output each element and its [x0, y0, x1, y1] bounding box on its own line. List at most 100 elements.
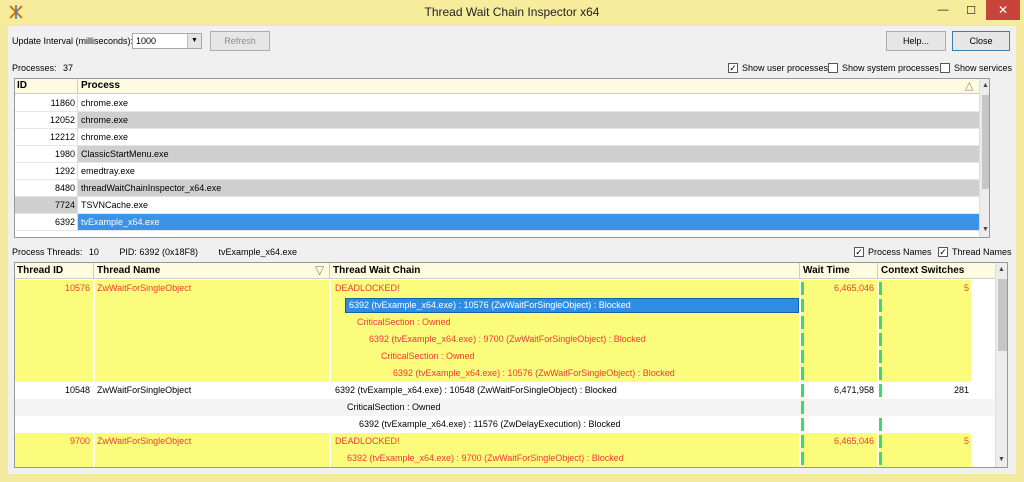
close-button[interactable]: Close: [952, 31, 1010, 51]
scrollbar-thumb[interactable]: [982, 95, 989, 189]
scroll-down-icon[interactable]: ▼: [996, 453, 1007, 467]
column-header-context-switches[interactable]: Context Switches: [881, 265, 964, 276]
thread-row[interactable]: 6392 (tvExample_x64.exe) : 10576 (ZwWait…: [15, 297, 995, 314]
wait-time-bar: [801, 435, 804, 448]
process-row[interactable]: 7724 TSVNCache.exe: [15, 197, 981, 214]
scrollbar-thumb[interactable]: [998, 279, 1007, 351]
process-row[interactable]: 1292 emedtray.exe: [15, 163, 981, 180]
process-name: tvExample_x64.exe: [81, 217, 160, 227]
thread-name: [95, 365, 329, 382]
thread-name: ZwWaitForSingleObject: [95, 433, 329, 450]
wait-chain-text: 6392 (tvExample_x64.exe) : 10548 (ZwWait…: [335, 385, 617, 395]
process-id: 11860: [50, 98, 75, 108]
column-divider: [77, 79, 78, 94]
wait-chain-text: DEADLOCKED!: [335, 436, 400, 446]
thread-row[interactable]: 6392 (tvExample_x64.exe) : 10576 (ZwWait…: [15, 365, 995, 382]
context-switches: 281: [953, 385, 969, 395]
process-list[interactable]: ID Process △ 11860 chrome.exe 12052 chro…: [14, 78, 990, 238]
wait-chain-cell: 6392 (tvExample_x64.exe) : 11576 (ZwDela…: [331, 416, 799, 433]
show-services-checkbox[interactable]: Show services: [940, 63, 1012, 73]
processes-count-label: Processes: 37: [12, 63, 73, 73]
chevron-down-icon[interactable]: ▼: [187, 34, 201, 48]
column-divider: [77, 163, 78, 180]
scroll-up-icon[interactable]: ▲: [980, 79, 989, 93]
wait-chain-cell: 6392 (tvExample_x64.exe) : 10576 (ZwWait…: [331, 365, 799, 382]
show-user-processes-label: Show user processes: [742, 63, 829, 73]
wait-chain-text: 6392 (tvExample_x64.exe) : 9700 (ZwWaitF…: [347, 453, 624, 463]
process-row-selected[interactable]: 6392 tvExample_x64.exe: [15, 214, 981, 231]
process-row[interactable]: 12052 chrome.exe: [15, 112, 981, 129]
update-interval-combo[interactable]: 1000 ▼: [132, 33, 202, 49]
column-header-wait-time[interactable]: Wait Time: [803, 265, 850, 276]
close-window-button[interactable]: ✕: [986, 0, 1020, 20]
process-name: chrome.exe: [81, 115, 129, 125]
app-window: Thread Wait Chain Inspector x64 — ☐ ✕ Up…: [0, 0, 1024, 482]
process-row[interactable]: 1980 ClassicStartMenu.exe: [15, 146, 981, 163]
column-header-process[interactable]: Process: [81, 80, 120, 91]
show-system-processes-checkbox[interactable]: Show system processes: [828, 63, 939, 73]
column-header-id[interactable]: ID: [17, 80, 77, 91]
thread-wait-chain-table[interactable]: Thread ID Thread Name ▽ Thread Wait Chai…: [14, 262, 1008, 468]
wait-time-bar: [801, 384, 804, 397]
checkbox-empty-icon: [940, 63, 950, 73]
process-names-checkbox[interactable]: ✓ Process Names: [854, 247, 932, 257]
wait-chain-text: 6392 (tvExample_x64.exe) : 9700 (ZwWaitF…: [369, 334, 646, 344]
refresh-button[interactable]: Refresh: [210, 31, 270, 51]
column-header-wait-chain[interactable]: Thread Wait Chain: [333, 265, 420, 276]
minimize-button[interactable]: —: [930, 0, 956, 20]
wait-chain-cell: 6392 (tvExample_x64.exe) : 10548 (ZwWait…: [331, 382, 799, 399]
wait-chain-cell: CriticalSection : Owned: [331, 399, 799, 416]
show-user-processes-checkbox[interactable]: ✓ Show user processes: [728, 63, 828, 73]
sort-descending-icon[interactable]: ▽: [315, 263, 324, 277]
thread-names-checkbox[interactable]: ✓ Thread Names: [938, 247, 1012, 257]
process-id: 8480: [54, 183, 75, 193]
thread-row[interactable]: CriticalSection : Owned: [15, 314, 995, 331]
thread-id: [15, 365, 93, 382]
column-divider: [329, 263, 330, 279]
process-names-label: Process Names: [868, 247, 932, 257]
process-row[interactable]: 11860 chrome.exe: [15, 95, 981, 112]
scroll-up-icon[interactable]: ▲: [996, 263, 1007, 277]
thread-id: 10576: [15, 280, 93, 297]
column-divider: [77, 214, 78, 231]
thread-table-scrollbar[interactable]: ▲ ▼: [995, 263, 1007, 467]
selected-process-name: tvExample_x64.exe: [218, 247, 298, 257]
thread-row[interactable]: 10548 ZwWaitForSingleObject 6392 (tvExam…: [15, 382, 995, 399]
thread-name: [95, 314, 329, 331]
thread-id: [15, 348, 93, 365]
wait-time-bar: [801, 350, 804, 363]
wait-time: 6,465,046: [801, 433, 877, 450]
process-id: 1292: [54, 166, 75, 176]
wait-time: [801, 450, 877, 467]
thread-row[interactable]: 6392 (tvExample_x64.exe) : 9700 (ZwWaitF…: [15, 331, 995, 348]
thread-row[interactable]: 9700 ZwWaitForSingleObject DEADLOCKED! 6…: [15, 433, 995, 450]
process-row[interactable]: 12212 chrome.exe: [15, 129, 981, 146]
help-button[interactable]: Help...: [886, 31, 946, 51]
checkbox-checked-icon: ✓: [938, 247, 948, 257]
column-header-thread-id[interactable]: Thread ID: [17, 265, 63, 276]
process-list-scrollbar[interactable]: ▲ ▼: [979, 79, 989, 237]
pid-label: PID: 6392 (0x18F8): [119, 247, 198, 257]
wait-chain-cell: 6392 (tvExample_x64.exe) : 9700 (ZwWaitF…: [331, 450, 799, 467]
thread-row[interactable]: CriticalSection : Owned: [15, 348, 995, 365]
maximize-button[interactable]: ☐: [958, 0, 984, 20]
sort-ascending-icon[interactable]: △: [965, 79, 973, 92]
context-switch-bar: [879, 282, 882, 295]
column-header-thread-name[interactable]: Thread Name: [97, 265, 160, 276]
process-row[interactable]: 8480 threadWaitChainInspector_x64.exe: [15, 180, 981, 197]
process-id: 12212: [49, 132, 75, 142]
wait-chain-cell: CriticalSection : Owned: [331, 348, 799, 365]
wait-chain-cell: 6392 (tvExample_x64.exe) : 10576 (ZwWait…: [331, 297, 799, 314]
wait-chain-text-selected[interactable]: 6392 (tvExample_x64.exe) : 10576 (ZwWait…: [345, 298, 799, 313]
title-bar[interactable]: Thread Wait Chain Inspector x64 — ☐ ✕: [0, 0, 1024, 24]
thread-row[interactable]: CriticalSection : Owned: [15, 399, 995, 416]
thread-row[interactable]: 6392 (tvExample_x64.exe) : 11576 (ZwDela…: [15, 416, 995, 433]
thread-row[interactable]: 10576 ZwWaitForSingleObject DEADLOCKED! …: [15, 280, 995, 297]
scroll-down-icon[interactable]: ▼: [980, 223, 989, 237]
process-name: TSVNCache.exe: [81, 200, 149, 210]
process-threads-count: 10: [88, 247, 99, 257]
wait-chain-text: 6392 (tvExample_x64.exe) : 10576 (ZwWait…: [393, 368, 675, 378]
column-divider: [77, 95, 78, 112]
process-id: 6392: [54, 217, 75, 227]
thread-row[interactable]: 6392 (tvExample_x64.exe) : 9700 (ZwWaitF…: [15, 450, 995, 467]
